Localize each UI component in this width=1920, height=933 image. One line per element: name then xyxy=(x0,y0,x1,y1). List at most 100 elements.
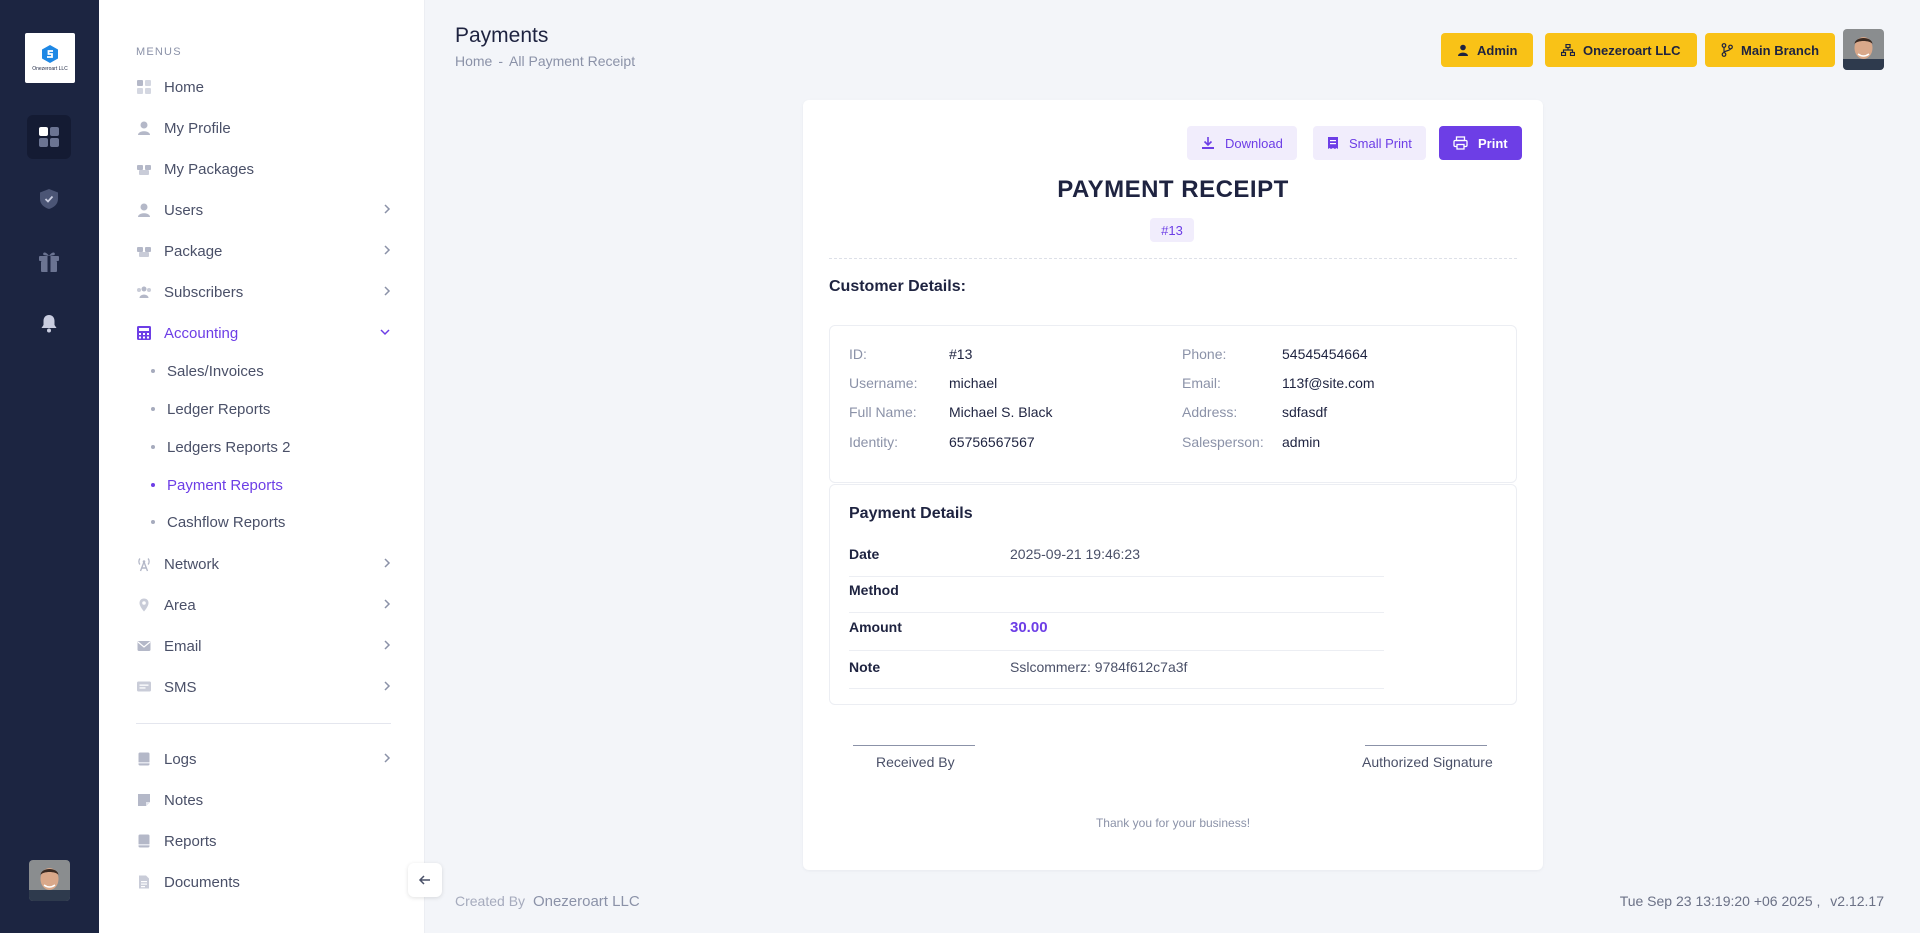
sitemap-icon xyxy=(1561,44,1575,56)
print-button-label: Print xyxy=(1478,135,1508,151)
footer-created-by: Created By xyxy=(455,893,526,909)
users-group-icon xyxy=(136,284,152,300)
payment-amount-row: Amount 30.00 xyxy=(849,613,1384,651)
breadcrumb-home[interactable]: Home xyxy=(455,53,492,69)
sidebar-divider xyxy=(136,723,391,724)
sidebar-subitem-ledger-reports[interactable]: Ledger Reports xyxy=(151,398,270,420)
sidebar-item-package[interactable]: Package xyxy=(136,238,391,264)
book-icon xyxy=(136,751,152,767)
print-button[interactable]: Print xyxy=(1439,126,1522,160)
map-pin-icon xyxy=(136,597,152,613)
sidebar-subitem-payment-reports[interactable]: Payment Reports xyxy=(151,474,283,496)
document-icon xyxy=(136,874,152,890)
avatar-image xyxy=(1843,29,1884,70)
field-label: ID: xyxy=(849,346,867,362)
avatar-image xyxy=(29,860,70,901)
report-icon xyxy=(136,833,152,849)
chevron-right-icon xyxy=(384,681,391,691)
field-value: Sslcommerz: 9784f612c7a3f xyxy=(1010,659,1188,675)
sidebar-item-label: Reports xyxy=(164,832,217,850)
sidebar-item-notes[interactable]: Notes xyxy=(136,787,391,813)
footer-meta: Tue Sep 23 13:19:20 +06 2025 , v2.12.17 xyxy=(1620,893,1884,909)
sidebar-item-reports[interactable]: Reports xyxy=(136,828,391,854)
arrow-left-icon xyxy=(418,875,430,885)
breadcrumb-current: All Payment Receipt xyxy=(509,53,636,69)
dashboard-icon xyxy=(39,127,59,147)
footer-company-link[interactable]: Onezeroart LLC xyxy=(533,893,640,910)
sidebar-item-my-profile[interactable]: My Profile xyxy=(136,115,391,141)
sidebar-item-label: Accounting xyxy=(164,324,239,342)
sidebar-item-network[interactable]: Network xyxy=(136,551,391,577)
field-label: Date xyxy=(849,546,880,562)
small-print-button-label: Small Print xyxy=(1349,135,1412,151)
sidebar-item-label: SMS xyxy=(164,678,197,696)
company-button[interactable]: Onezeroart LLC xyxy=(1545,33,1697,67)
sidebar-collapse-button[interactable] xyxy=(408,863,442,897)
sidebar-item-label: Package xyxy=(164,242,223,260)
rail-gift-button[interactable] xyxy=(27,239,71,283)
authorized-signature-label: Authorized Signature xyxy=(1362,754,1493,770)
sidebar-subitem-ledgers-reports-2[interactable]: Ledgers Reports 2 xyxy=(151,436,290,458)
payment-receipt-card: Download Small Print Print PAYMENT RECEI… xyxy=(803,100,1543,870)
rail-user-avatar[interactable] xyxy=(29,860,70,901)
sidebar-item-label: Area xyxy=(164,596,196,614)
sidebar-item-label: Email xyxy=(164,637,202,655)
header-user-avatar[interactable] xyxy=(1843,29,1884,70)
sidebar-item-documents[interactable]: Documents xyxy=(136,869,391,895)
field-value: admin xyxy=(1282,434,1321,450)
sidebar-item-label: Notes xyxy=(164,791,204,809)
small-print-button[interactable]: Small Print xyxy=(1313,126,1426,160)
field-value: 54545454664 xyxy=(1282,346,1368,362)
field-value: #13 xyxy=(949,346,973,362)
field-value: Michael S. Black xyxy=(949,404,1053,420)
customer-details-box: ID: #13 Username: michael Full Name: Michae… xyxy=(829,325,1517,483)
chevron-down-icon xyxy=(380,329,390,336)
receipt-divider xyxy=(829,258,1517,259)
sidebar-item-label: Home xyxy=(164,78,205,96)
field-value: michael xyxy=(949,375,998,391)
admin-button[interactable]: Admin xyxy=(1441,33,1534,67)
packages-icon xyxy=(136,243,152,259)
sidebar-item-logs[interactable]: Logs xyxy=(136,746,391,772)
sidebar-item-label: My Packages xyxy=(164,160,255,178)
user-icon xyxy=(1457,44,1469,56)
rail-notification-button[interactable] xyxy=(27,301,71,345)
chevron-right-icon xyxy=(384,286,391,296)
sidebar-item-home[interactable]: Home xyxy=(136,74,391,100)
sidebar-item-subscribers[interactable]: Subscribers xyxy=(136,279,391,305)
rail-dashboard-button[interactable] xyxy=(27,115,71,159)
company-button-label: Onezeroart LLC xyxy=(1583,42,1681,58)
branch-button-label: Main Branch xyxy=(1741,42,1820,58)
field-label: Salesperson: xyxy=(1182,434,1264,450)
sidebar-item-email[interactable]: Email xyxy=(136,633,391,659)
sidebar-item-accounting[interactable]: Accounting xyxy=(136,320,391,346)
field-label: Email: xyxy=(1182,375,1221,391)
sidebar-item-my-packages[interactable]: My Packages xyxy=(136,156,391,182)
footer-version: v2.12.17 xyxy=(1830,893,1884,909)
rail-security-button[interactable] xyxy=(27,177,71,221)
sidebar-subitem-sales-invoices[interactable]: Sales/Invoices xyxy=(151,360,264,382)
sidebar-subitem-cashflow-reports[interactable]: Cashflow Reports xyxy=(151,511,285,533)
page-title: Payments xyxy=(455,24,549,47)
received-by-label: Received By xyxy=(876,754,955,770)
receipt-number-badge: #13 xyxy=(1150,218,1194,242)
sidebar-item-users[interactable]: Users xyxy=(136,197,391,223)
field-value: 113f@site.com xyxy=(1282,375,1375,391)
payment-amount-value: 30.00 xyxy=(1010,619,1048,636)
chevron-right-icon xyxy=(384,558,391,568)
sidebar-item-sms[interactable]: SMS xyxy=(136,674,391,700)
chevron-right-icon xyxy=(384,245,391,255)
sidebar-item-area[interactable]: Area xyxy=(136,592,391,618)
field-label: Note xyxy=(849,659,881,675)
breadcrumb: Home - All Payment Receipt xyxy=(455,53,635,69)
sidebar-subitem-label: Cashflow Reports xyxy=(167,513,286,531)
field-value: 2025-09-21 19:46:23 xyxy=(1010,546,1140,562)
download-button[interactable]: Download xyxy=(1187,126,1297,160)
sidebar-subitem-label: Ledger Reports xyxy=(167,400,271,418)
field-label: Address: xyxy=(1182,404,1238,420)
receipt-icon xyxy=(1327,136,1339,150)
branch-button[interactable]: Main Branch xyxy=(1705,33,1836,67)
payment-note-row: Note Sslcommerz: 9784f612c7a3f xyxy=(849,651,1384,689)
brand-logo[interactable]: Onezeroart LLC xyxy=(25,33,75,83)
git-branch-icon xyxy=(1721,43,1733,57)
